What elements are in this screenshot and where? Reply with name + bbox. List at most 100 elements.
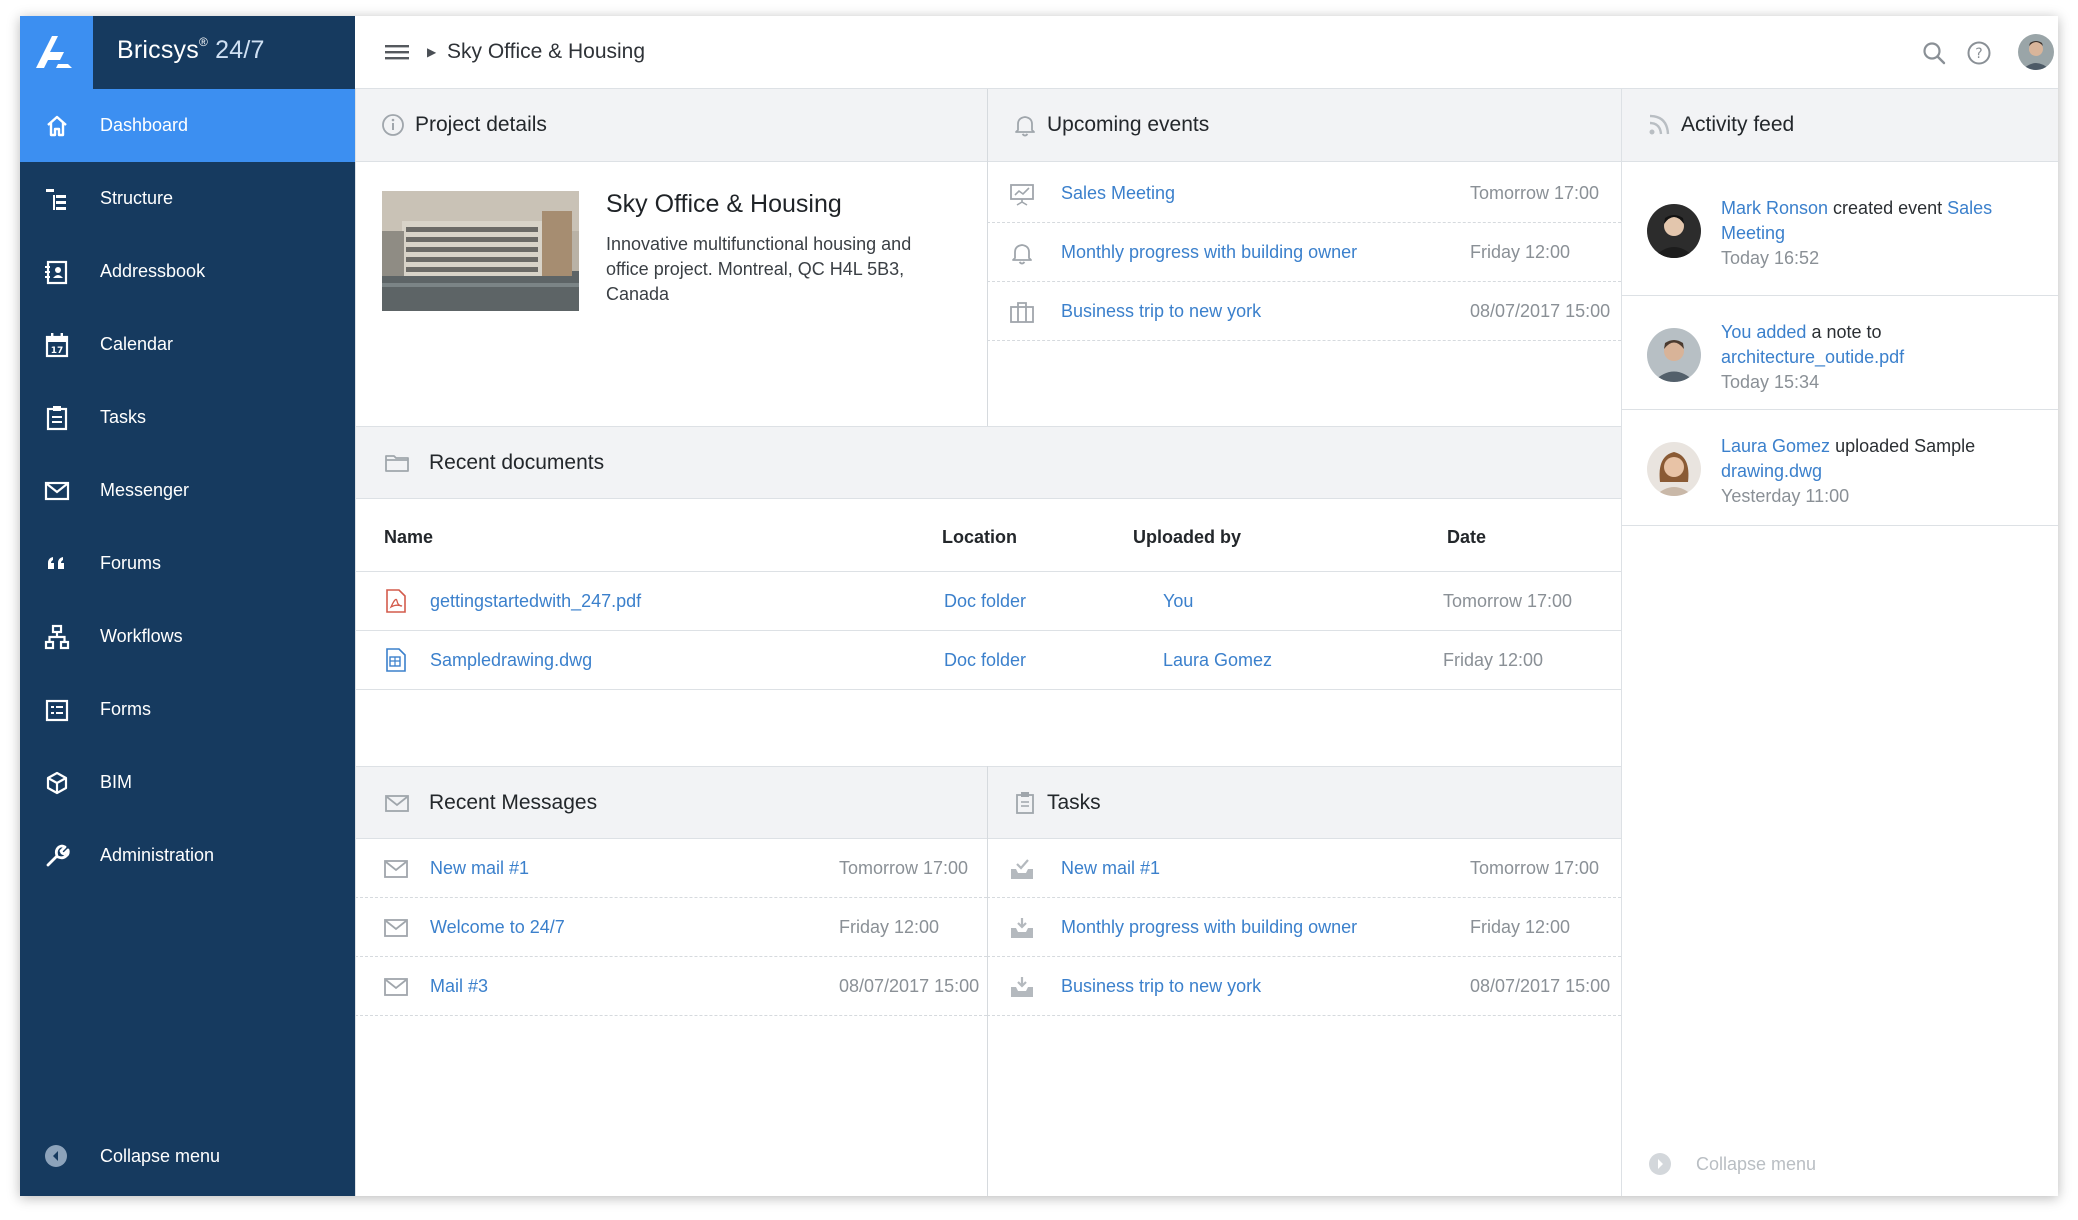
task-date: 08/07/2017 15:00 (1470, 976, 1611, 996)
event-date: 08/07/2017 15:00 (1470, 301, 1611, 321)
task-title[interactable]: New mail #1 (1061, 858, 1160, 879)
tray-download-icon (1009, 975, 1035, 999)
event-row[interactable]: Monthly progress with building owner Fri… (987, 223, 1621, 282)
activity-item: Mark Ronson created event Sales Meeting T… (1621, 162, 2058, 296)
activity-feed-title: Activity feed (1681, 113, 1795, 136)
sidebar-item-bim[interactable]: BIM (20, 746, 355, 819)
tasks-header: Tasks (987, 766, 1621, 839)
column-header-location[interactable]: Location (942, 527, 1017, 548)
activity-time: Yesterday 11:00 (1721, 486, 1850, 506)
table-row[interactable]: Sampledrawing.dwg Doc folder Laura Gomez… (355, 631, 1621, 690)
search-icon[interactable] (1921, 40, 1947, 66)
task-row[interactable]: New mail #1 Tomorrow 17:00 (987, 839, 1621, 898)
message-title[interactable]: Mail #3 (430, 976, 488, 997)
upcoming-events-header: Upcoming events (987, 89, 1621, 162)
avatar[interactable] (1647, 328, 1701, 382)
message-title[interactable]: New mail #1 (430, 858, 529, 879)
brand-word: Bricsys (117, 36, 199, 64)
clipboard-icon (1011, 789, 1039, 817)
sidebar-item-messenger[interactable]: Messenger (20, 454, 355, 527)
breadcrumb-project-title[interactable]: Sky Office & Housing (447, 40, 645, 64)
message-title[interactable]: Welcome to 24/7 (430, 917, 565, 938)
activity-collapse-menu-button[interactable]: Collapse menu (1648, 1150, 1888, 1180)
sidebar-item-workflows[interactable]: Workflows (20, 600, 355, 673)
rss-feed-icon (1645, 111, 1673, 139)
activity-action: created event (1828, 198, 1948, 218)
bricsys-logo-icon[interactable] (20, 16, 93, 89)
activity-actor-link[interactable]: Laura Gomez (1721, 436, 1830, 456)
pdf-file-icon (384, 588, 408, 614)
document-location-link[interactable]: Doc folder (944, 650, 1026, 671)
message-row[interactable]: Mail #3 08/07/2017 15:00 (355, 957, 987, 1016)
sidebar: Bricsys® 24/7 Dashboard Structure Addres… (20, 16, 355, 1196)
brand-registered: ® (198, 34, 209, 49)
message-date: Tomorrow 17:00 (839, 858, 969, 878)
svg-text:17: 17 (51, 346, 64, 356)
sidebar-item-addressbook[interactable]: Addressbook (20, 235, 355, 308)
sidebar-item-administration[interactable]: Administration (20, 819, 355, 892)
svg-text:?: ? (1975, 46, 1982, 62)
task-row[interactable]: Business trip to new york 08/07/2017 15:… (987, 957, 1621, 1016)
envelope-icon (383, 789, 411, 817)
sidebar-item-label: Messenger (100, 480, 190, 500)
project-thumbnail[interactable] (382, 191, 579, 311)
activity-target-link[interactable]: drawing.dwg (1721, 461, 1822, 481)
activity-actor-link[interactable]: You added (1721, 322, 1806, 342)
document-name-link[interactable]: Sampledrawing.dwg (430, 650, 592, 671)
project-name: Sky Office & Housing (606, 190, 842, 218)
topbar: ▶ Sky Office & Housing ? (355, 16, 2058, 89)
brand-name: Bricsys® 24/7 (117, 34, 265, 65)
sidebar-item-forums[interactable]: Forums (20, 527, 355, 600)
document-name-link[interactable]: gettingstartedwith_247.pdf (430, 591, 641, 612)
home-icon (44, 113, 70, 139)
activity-action: uploaded Sample (1830, 436, 1976, 456)
event-title[interactable]: Monthly progress with building owner (1061, 242, 1357, 263)
task-title[interactable]: Monthly progress with building owner (1061, 917, 1357, 938)
event-row[interactable]: Sales Meeting Tomorrow 17:00 (987, 164, 1621, 223)
document-location-link[interactable]: Doc folder (944, 591, 1026, 612)
app-window: Bricsys® 24/7 Dashboard Structure Addres… (20, 16, 2058, 1196)
message-row[interactable]: Welcome to 24/7 Friday 12:00 (355, 898, 987, 957)
task-title[interactable]: Business trip to new york (1061, 976, 1261, 997)
sidebar-item-dashboard[interactable]: Dashboard (20, 89, 355, 162)
collapse-menu-button[interactable]: Collapse menu (20, 1136, 355, 1176)
column-header-date[interactable]: Date (1447, 527, 1486, 548)
collapse-right-icon (1648, 1152, 1672, 1176)
activity-text: Mark Ronson created event Sales Meeting T… (1721, 196, 2021, 271)
activity-text: Laura Gomez uploaded Sample drawing.dwg Y… (1721, 434, 2021, 509)
event-row[interactable]: Business trip to new york 08/07/2017 15:… (987, 282, 1621, 341)
quote-icon (44, 551, 70, 577)
column-header-uploaded-by[interactable]: Uploaded by (1133, 527, 1241, 548)
help-icon[interactable]: ? (1966, 40, 1992, 66)
envelope-icon (383, 975, 409, 999)
avatar[interactable] (1647, 204, 1701, 258)
project-details-title: Project details (415, 113, 547, 136)
user-avatar[interactable] (2018, 34, 2054, 70)
avatar[interactable] (1647, 442, 1701, 496)
sidebar-item-tasks[interactable]: Tasks (20, 381, 355, 454)
document-uploader-link[interactable]: You (1163, 591, 1193, 612)
event-title[interactable]: Business trip to new york (1061, 301, 1261, 322)
sidebar-item-structure[interactable]: Structure (20, 162, 355, 235)
envelope-icon (44, 478, 70, 504)
table-row[interactable]: gettingstartedwith_247.pdf Doc folder Yo… (355, 572, 1621, 631)
sidebar-item-forms[interactable]: Forms (20, 673, 355, 746)
recent-messages-header: Recent Messages (355, 766, 987, 839)
task-row[interactable]: Monthly progress with building owner Fri… (987, 898, 1621, 957)
tasks-title: Tasks (1047, 791, 1101, 814)
sidebar-item-label: BIM (100, 772, 133, 792)
recent-messages-title: Recent Messages (429, 791, 598, 814)
activity-actor-link[interactable]: Mark Ronson (1721, 198, 1828, 218)
column-header-name[interactable]: Name (384, 527, 433, 548)
hamburger-menu-icon[interactable] (383, 40, 411, 64)
message-row[interactable]: New mail #1 Tomorrow 17:00 (355, 839, 987, 898)
sidebar-item-calendar[interactable]: 17 Calendar (20, 308, 355, 381)
activity-action: a note to (1806, 322, 1882, 342)
tree-structure-icon (44, 186, 70, 212)
event-title[interactable]: Sales Meeting (1061, 183, 1175, 204)
activity-time: Today 16:52 (1721, 248, 1820, 268)
sidebar-item-label: Forms (100, 699, 151, 719)
activity-target-link[interactable]: architecture_outide.pdf (1721, 347, 1904, 367)
document-uploader-link[interactable]: Laura Gomez (1163, 650, 1272, 671)
task-date: Friday 12:00 (1470, 917, 1571, 937)
